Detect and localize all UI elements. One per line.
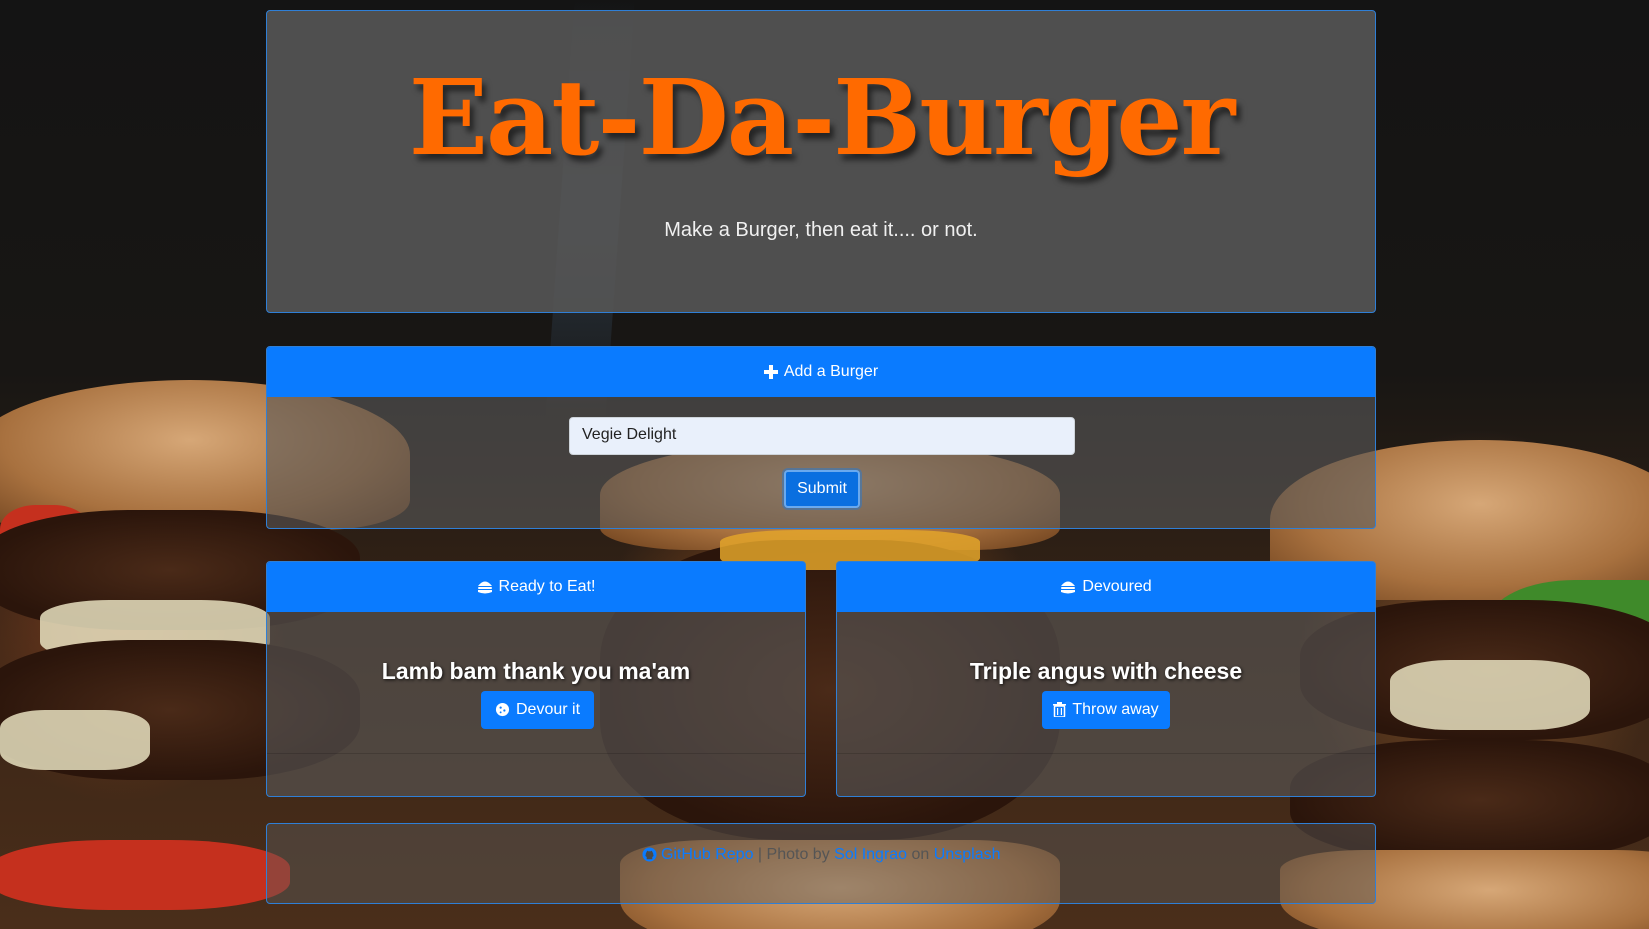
trash-icon — [1053, 701, 1067, 719]
devour-button-label: Devour it — [515, 701, 581, 718]
github-icon — [641, 846, 661, 863]
devour-button[interactable]: Devour it — [481, 691, 594, 729]
ready-to-eat-header-label: Ready to Eat! — [498, 578, 596, 595]
github-repo-link[interactable]: GitHub Repo — [641, 846, 758, 863]
throw-away-button[interactable]: Throw away — [1042, 691, 1170, 729]
devoured-header: Devoured — [837, 562, 1375, 612]
burger-name-input[interactable]: Vegie Delight — [569, 417, 1075, 455]
plus-icon — [763, 363, 778, 381]
add-burger-header-label: Add a Burger — [783, 363, 879, 380]
cookie-icon — [495, 701, 510, 719]
burger-icon — [1060, 578, 1076, 596]
devoured-card: Devoured Triple angus with cheese Throw … — [836, 561, 1376, 797]
jumbotron: Eat-Da-Burger Make a Burger, then eat it… — [266, 10, 1376, 313]
submit-button[interactable]: Submit — [784, 470, 860, 508]
tagline: Make a Burger, then eat it.... or not. — [664, 219, 978, 241]
burger-name: Triple angus with cheese — [969, 658, 1243, 684]
unsplash-link[interactable]: Unsplash — [934, 846, 1001, 863]
footer: GitHub Repo | Photo by Sol Ingrao on Uns… — [266, 823, 1376, 904]
add-burger-card: Add a Burger Vegie Delight Submit — [266, 346, 1376, 529]
burger-name: Lamb bam thank you ma'am — [381, 658, 691, 684]
footer-separator: | — [757, 846, 763, 863]
site-logo-title: Eat-Da-Burger — [408, 56, 1236, 179]
on-text: on — [911, 846, 930, 863]
ready-to-eat-card: Ready to Eat! Lamb bam thank you ma'am D… — [266, 561, 806, 797]
devoured-header-label: Devoured — [1082, 578, 1152, 595]
photo-by-text: Photo by — [766, 846, 830, 863]
ready-to-eat-header: Ready to Eat! — [267, 562, 805, 612]
throw-away-button-label: Throw away — [1072, 701, 1159, 718]
photographer-link[interactable]: Sol Ingrao — [834, 846, 907, 863]
github-repo-label: GitHub Repo — [660, 846, 754, 863]
add-burger-header: Add a Burger — [267, 347, 1375, 397]
footer-text: GitHub Repo | Photo by Sol Ingrao on Uns… — [267, 846, 1375, 864]
burger-icon — [477, 578, 493, 596]
